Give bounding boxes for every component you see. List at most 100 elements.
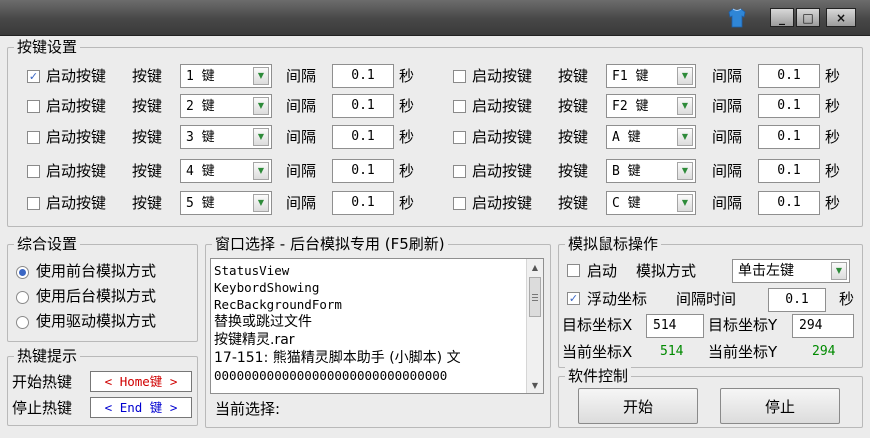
- chevron-down-icon[interactable]: ▼: [253, 128, 269, 146]
- window-list-item[interactable]: 17-151: 熊猫精灵脚本助手 (小脚本) 文: [214, 349, 524, 367]
- interval-label: 间隔: [286, 128, 317, 146]
- chevron-down-icon[interactable]: ▼: [253, 194, 269, 212]
- target-y-label: 目标坐标Y: [708, 316, 778, 334]
- interval-input[interactable]: 0.1: [758, 64, 820, 88]
- mouse-start-checkbox[interactable]: [567, 264, 580, 277]
- close-button[interactable]: ×: [826, 8, 856, 27]
- key-label: 按键: [558, 128, 589, 146]
- enable-key-label: 启动按键: [472, 194, 533, 212]
- key-select[interactable]: F2 键 ▼: [606, 94, 696, 118]
- enable-key-checkbox[interactable]: [453, 100, 466, 113]
- chevron-down-icon[interactable]: ▼: [253, 162, 269, 180]
- interval-label: 间隔: [286, 162, 317, 180]
- window-list-item[interactable]: StatusView: [214, 262, 524, 279]
- interval-label: 间隔: [712, 67, 743, 85]
- enable-key-label: 启动按键: [472, 128, 533, 146]
- target-y-input[interactable]: 294: [792, 314, 854, 338]
- scroll-down-icon[interactable]: ▼: [527, 377, 543, 393]
- listbox-scrollbar[interactable]: ▲ ▼: [526, 259, 543, 393]
- mouse-start-label: 启动: [587, 262, 618, 280]
- key-select[interactable]: 4 键 ▼: [180, 159, 272, 183]
- mode-radio[interactable]: [16, 266, 29, 279]
- current-y-label: 当前坐标Y: [708, 343, 778, 361]
- key-label: 按键: [558, 162, 589, 180]
- mouse-mode-label: 模拟方式: [636, 262, 697, 280]
- stop-button[interactable]: 停止: [720, 388, 840, 424]
- enable-key-checkbox[interactable]: [453, 165, 466, 178]
- enable-key-checkbox[interactable]: [453, 70, 466, 83]
- chevron-down-icon[interactable]: ▼: [253, 97, 269, 115]
- enable-key-label: 启动按键: [472, 97, 533, 115]
- interval-unit: 秒: [825, 194, 841, 212]
- key-select[interactable]: A 键 ▼: [606, 125, 696, 149]
- app-window: _ □ × 按键设置 ✓ 启动按键 按键 1 键 ▼ 间隔 0.1 秒启动按键 按键 2 键 ▼ 间隔…: [0, 0, 870, 438]
- interval-input[interactable]: 0.1: [332, 125, 394, 149]
- float-coords-checkbox[interactable]: ✓: [567, 292, 580, 305]
- enable-key-label: 启动按键: [46, 128, 107, 146]
- maximize-icon: □: [802, 10, 814, 25]
- key-select[interactable]: C 键 ▼: [606, 191, 696, 215]
- title-bar[interactable]: _ □ ×: [0, 0, 870, 36]
- interval-input[interactable]: 0.1: [332, 159, 394, 183]
- enable-key-checkbox[interactable]: [27, 100, 40, 113]
- interval-input[interactable]: 0.1: [758, 191, 820, 215]
- window-list-item[interactable]: 按键精灵.rar: [214, 331, 524, 349]
- target-x-input[interactable]: 514: [646, 314, 704, 338]
- enable-key-label: 启动按键: [472, 67, 533, 85]
- window-list-item[interactable]: 0000000000000000000000000000000: [214, 367, 524, 384]
- interval-input[interactable]: 0.1: [758, 159, 820, 183]
- key-label: 按键: [132, 162, 163, 180]
- chevron-down-icon[interactable]: ▼: [677, 194, 693, 212]
- chevron-down-icon[interactable]: ▼: [677, 97, 693, 115]
- interval-label: 间隔: [712, 128, 743, 146]
- window-list-item[interactable]: RecBackgroundForm: [214, 296, 524, 313]
- chevron-down-icon[interactable]: ▼: [677, 128, 693, 146]
- key-select[interactable]: 1 键 ▼: [180, 64, 272, 88]
- interval-input[interactable]: 0.1: [332, 64, 394, 88]
- mode-radio[interactable]: [16, 316, 29, 329]
- chevron-down-icon[interactable]: ▼: [831, 262, 847, 280]
- enable-key-checkbox[interactable]: ✓: [27, 70, 40, 83]
- key-label: 按键: [558, 97, 589, 115]
- minimize-button[interactable]: _: [770, 8, 794, 27]
- interval-input[interactable]: 0.1: [332, 94, 394, 118]
- close-icon: ×: [835, 10, 847, 25]
- enable-key-checkbox[interactable]: [27, 197, 40, 210]
- scroll-thumb[interactable]: [529, 277, 541, 317]
- chevron-down-icon[interactable]: ▼: [677, 162, 693, 180]
- key-select[interactable]: 5 键 ▼: [180, 191, 272, 215]
- key-label: 按键: [132, 194, 163, 212]
- mouse-interval-label: 间隔时间: [676, 290, 737, 308]
- tshirt-app-icon: [728, 8, 746, 28]
- key-select[interactable]: 3 键 ▼: [180, 125, 272, 149]
- general-settings-legend: 综合设置: [14, 235, 81, 253]
- window-listbox[interactable]: StatusView KeybordShowing RecBackgroundFor…: [210, 258, 544, 394]
- enable-key-label: 启动按键: [46, 194, 107, 212]
- key-select[interactable]: F1 键 ▼: [606, 64, 696, 88]
- chevron-down-icon[interactable]: ▼: [253, 67, 269, 85]
- enable-key-checkbox[interactable]: [27, 165, 40, 178]
- mode-radio-label: 使用前台模拟方式: [36, 262, 157, 280]
- enable-key-checkbox[interactable]: [453, 131, 466, 144]
- interval-label: 间隔: [286, 194, 317, 212]
- interval-input[interactable]: 0.1: [758, 94, 820, 118]
- float-coords-label: 浮动坐标: [587, 290, 648, 308]
- key-label: 按键: [132, 97, 163, 115]
- enable-key-checkbox[interactable]: [27, 131, 40, 144]
- key-select[interactable]: 2 键 ▼: [180, 94, 272, 118]
- window-list-item[interactable]: KeybordShowing: [214, 279, 524, 296]
- mode-radio[interactable]: [16, 291, 29, 304]
- maximize-button[interactable]: □: [796, 8, 820, 27]
- mouse-interval-input[interactable]: 0.1: [768, 288, 826, 312]
- interval-input[interactable]: 0.1: [332, 191, 394, 215]
- interval-unit: 秒: [825, 162, 841, 180]
- chevron-down-icon[interactable]: ▼: [677, 67, 693, 85]
- key-select[interactable]: B 键 ▼: [606, 159, 696, 183]
- scroll-up-icon[interactable]: ▲: [527, 259, 543, 275]
- interval-input[interactable]: 0.1: [758, 125, 820, 149]
- window-list-item[interactable]: 替换或跳过文件: [214, 313, 524, 331]
- enable-key-checkbox[interactable]: [453, 197, 466, 210]
- start-button[interactable]: 开始: [578, 388, 698, 424]
- mouse-mode-select[interactable]: 单击左键 ▼: [732, 259, 850, 283]
- current-x-label: 当前坐标X: [562, 343, 633, 361]
